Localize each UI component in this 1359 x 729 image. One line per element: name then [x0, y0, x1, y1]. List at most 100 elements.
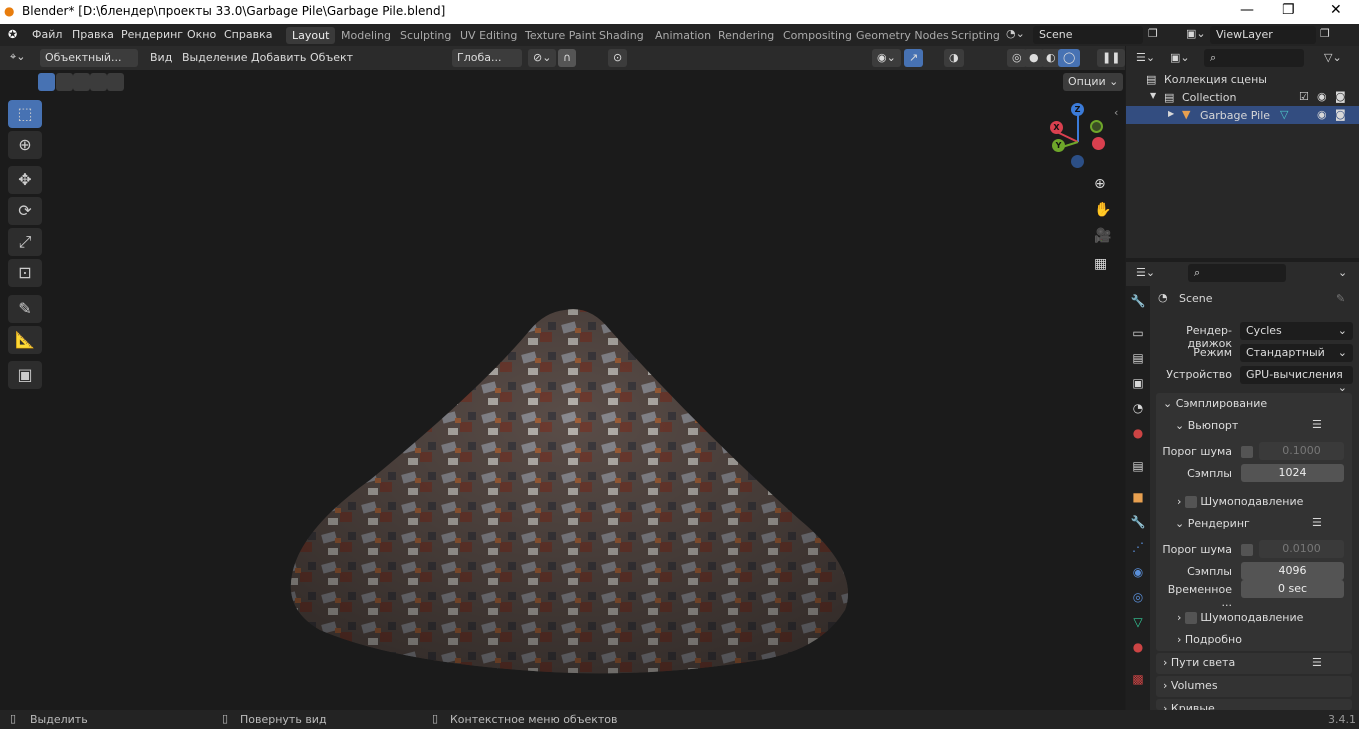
perspective-grid-icon[interactable]: ▦ — [1094, 256, 1107, 272]
tab-modeling[interactable]: Modeling — [335, 27, 397, 44]
gizmo-x-axis[interactable]: X — [1050, 121, 1063, 134]
tab-rendering[interactable]: Rendering — [712, 27, 780, 44]
collection-label[interactable]: Collection — [1182, 91, 1236, 104]
navigation-gizmo[interactable]: Z X Y — [1045, 102, 1110, 172]
select-mode-buttons[interactable] — [38, 73, 124, 91]
object-render-icon[interactable]: ◙ — [1335, 108, 1346, 121]
maximize-button[interactable]: ❐ — [1282, 2, 1295, 18]
new-view-layer-icon[interactable]: ❐ — [1320, 27, 1330, 40]
measure-tool[interactable]: 📐 — [8, 326, 42, 354]
pause-render-icon[interactable]: ❚❚ — [1097, 49, 1126, 67]
render-engine-dropdown[interactable]: Cycles ⌄ — [1240, 322, 1353, 340]
select-extend-icon[interactable] — [56, 73, 73, 91]
light-paths-header[interactable]: › Пути света — [1163, 656, 1235, 669]
tab-layout[interactable]: Layout — [286, 27, 336, 44]
filter-icon[interactable]: ▽⌄ — [1324, 51, 1342, 64]
collection-visibility-icon[interactable]: ◉ — [1317, 90, 1327, 103]
advanced-header[interactable]: › Подробно — [1177, 633, 1242, 646]
move-tool[interactable]: ✥ — [8, 166, 42, 194]
outliner-editor-icon[interactable]: ☰⌄ — [1136, 51, 1155, 64]
material-tab-icon[interactable]: ● — [1130, 640, 1146, 656]
tab-compositing[interactable]: Compositing — [777, 27, 858, 44]
snap-icon[interactable]: ∩ — [558, 49, 577, 67]
select-subtract-icon[interactable] — [73, 73, 90, 91]
sidebar-toggle-icon[interactable]: ‹ — [1114, 106, 1118, 119]
presets-list-icon[interactable]: ☰ — [1312, 418, 1322, 431]
output-tab-icon[interactable]: ▤ — [1130, 351, 1146, 367]
vp-samples-field[interactable]: 1024 — [1241, 464, 1344, 482]
tab-scripting[interactable]: Scripting — [945, 27, 1006, 44]
tab-texture-paint[interactable]: Texture Paint — [519, 27, 602, 44]
data-tab-icon[interactable]: ▽ — [1130, 615, 1146, 631]
pivot-icon[interactable]: ⊘⌄ — [528, 49, 557, 67]
tool-tab-icon[interactable]: 🔧 — [1130, 294, 1146, 310]
physics-tab-icon[interactable]: ◉ — [1130, 565, 1146, 581]
tab-uv-editing[interactable]: UV Editing — [454, 27, 523, 44]
vp-denoise-header[interactable]: › Шумоподавление — [1177, 495, 1303, 508]
visibility-icon[interactable]: ◉⌄ — [872, 49, 901, 67]
orientation-dropdown[interactable]: Глоба... — [452, 49, 522, 67]
overlay-icon[interactable]: ◑ — [944, 49, 964, 67]
menu-help[interactable]: Справка — [224, 28, 272, 41]
scene-icon[interactable]: ◔⌄ — [1006, 27, 1025, 40]
3d-viewport[interactable]: Опции ⌄ ⬚ ⊕ ✥ ⟳ ⤢ ⊡ ✎ 📐 ▣ Z X Y ⊕ ✋ 🎥 ▦ … — [0, 70, 1125, 710]
r-noise-threshold-checkbox[interactable] — [1241, 544, 1253, 556]
world-tab-icon[interactable]: ● — [1130, 426, 1146, 442]
constraints-tab-icon[interactable]: ◎ — [1130, 590, 1146, 606]
gizmo-z-axis[interactable]: Z — [1071, 103, 1084, 116]
device-dropdown[interactable]: GPU-вычисления ⌄ — [1240, 366, 1353, 394]
collection-tab-icon[interactable]: ▤ — [1130, 459, 1146, 475]
render-tab-icon[interactable]: ▭ — [1130, 326, 1146, 342]
view-layer-tab-icon[interactable]: ▣ — [1130, 376, 1146, 392]
curves-header[interactable]: › Кривые — [1163, 702, 1215, 710]
gizmo-neg-z[interactable] — [1071, 155, 1084, 168]
select-box-tool[interactable]: ⬚ — [8, 100, 42, 128]
curves-panel[interactable]: › Кривые — [1156, 699, 1352, 710]
object-visibility-icon[interactable]: ◉ — [1317, 108, 1327, 121]
gizmo-neg-x[interactable] — [1092, 137, 1105, 150]
rendered-shading-icon[interactable]: ◯ — [1058, 49, 1081, 67]
render-subpanel-header[interactable]: ⌄ Рендеринг — [1175, 517, 1250, 530]
garbage-pile-mesh[interactable] — [280, 230, 860, 675]
viewport-subpanel-header[interactable]: ⌄ Вьюпорт — [1175, 419, 1238, 432]
select-invert-icon[interactable] — [90, 73, 107, 91]
r-samples-field[interactable]: 4096 — [1241, 562, 1344, 580]
minimize-button[interactable]: — — [1240, 2, 1254, 18]
pin-icon[interactable]: ✎ — [1336, 292, 1345, 305]
modifier-tab-icon[interactable]: 🔧 — [1130, 515, 1146, 531]
presets-list-icon[interactable]: ☰ — [1312, 656, 1322, 669]
mesh-data-icon[interactable]: ▽ — [1280, 108, 1288, 121]
editor-type-icon[interactable]: ⌖⌄ — [10, 50, 25, 64]
particles-tab-icon[interactable]: ⋰ — [1130, 540, 1146, 556]
new-scene-icon[interactable]: ❐ — [1148, 27, 1158, 40]
outliner-search-input[interactable]: ⌕ — [1204, 49, 1304, 67]
menu-file[interactable]: Файл — [32, 28, 62, 41]
options-dropdown[interactable]: Опции ⌄ — [1063, 73, 1124, 91]
blender-menu-icon[interactable]: ✪ — [8, 28, 17, 41]
add-cube-tool[interactable]: ▣ — [8, 361, 42, 389]
close-button[interactable]: ✕ — [1330, 2, 1342, 18]
view-layer-field[interactable]: ViewLayer — [1210, 26, 1316, 44]
mode-dropdown[interactable]: Объектный... ⌄ — [40, 49, 138, 77]
scene-field[interactable]: Scene — [1033, 26, 1143, 44]
vp-noise-threshold-field[interactable]: 0.1000 — [1259, 442, 1344, 460]
properties-editor-icon[interactable]: ☰⌄ — [1136, 266, 1155, 279]
properties-options-icon[interactable]: ⌄ — [1338, 266, 1347, 279]
menu-view[interactable]: Вид — [150, 51, 172, 64]
camera-view-icon[interactable]: 🎥 — [1094, 228, 1111, 244]
proportional-edit-icon[interactable]: ⊙ — [608, 49, 628, 67]
cursor-tool[interactable]: ⊕ — [8, 131, 42, 159]
menu-edit[interactable]: Правка — [72, 28, 114, 41]
mode-dropdown[interactable]: Стандартный ⌄ — [1240, 344, 1353, 362]
tab-shading[interactable]: Shading — [593, 27, 650, 44]
menu-add[interactable]: Добавить — [251, 51, 306, 64]
expand-arrow-icon[interactable]: ▼ — [1150, 91, 1156, 100]
gizmo-neg-y[interactable] — [1090, 120, 1103, 133]
menu-render[interactable]: Рендеринг — [121, 28, 183, 41]
tab-geometry-nodes[interactable]: Geometry Nodes — [850, 27, 955, 44]
select-intersect-icon[interactable] — [107, 73, 124, 91]
r-denoise-header[interactable]: › Шумоподавление — [1177, 611, 1303, 624]
scene-collection-label[interactable]: Коллекция сцены — [1164, 73, 1267, 86]
expand-arrow-icon[interactable]: ▶ — [1168, 109, 1174, 118]
tab-animation[interactable]: Animation — [649, 27, 717, 44]
